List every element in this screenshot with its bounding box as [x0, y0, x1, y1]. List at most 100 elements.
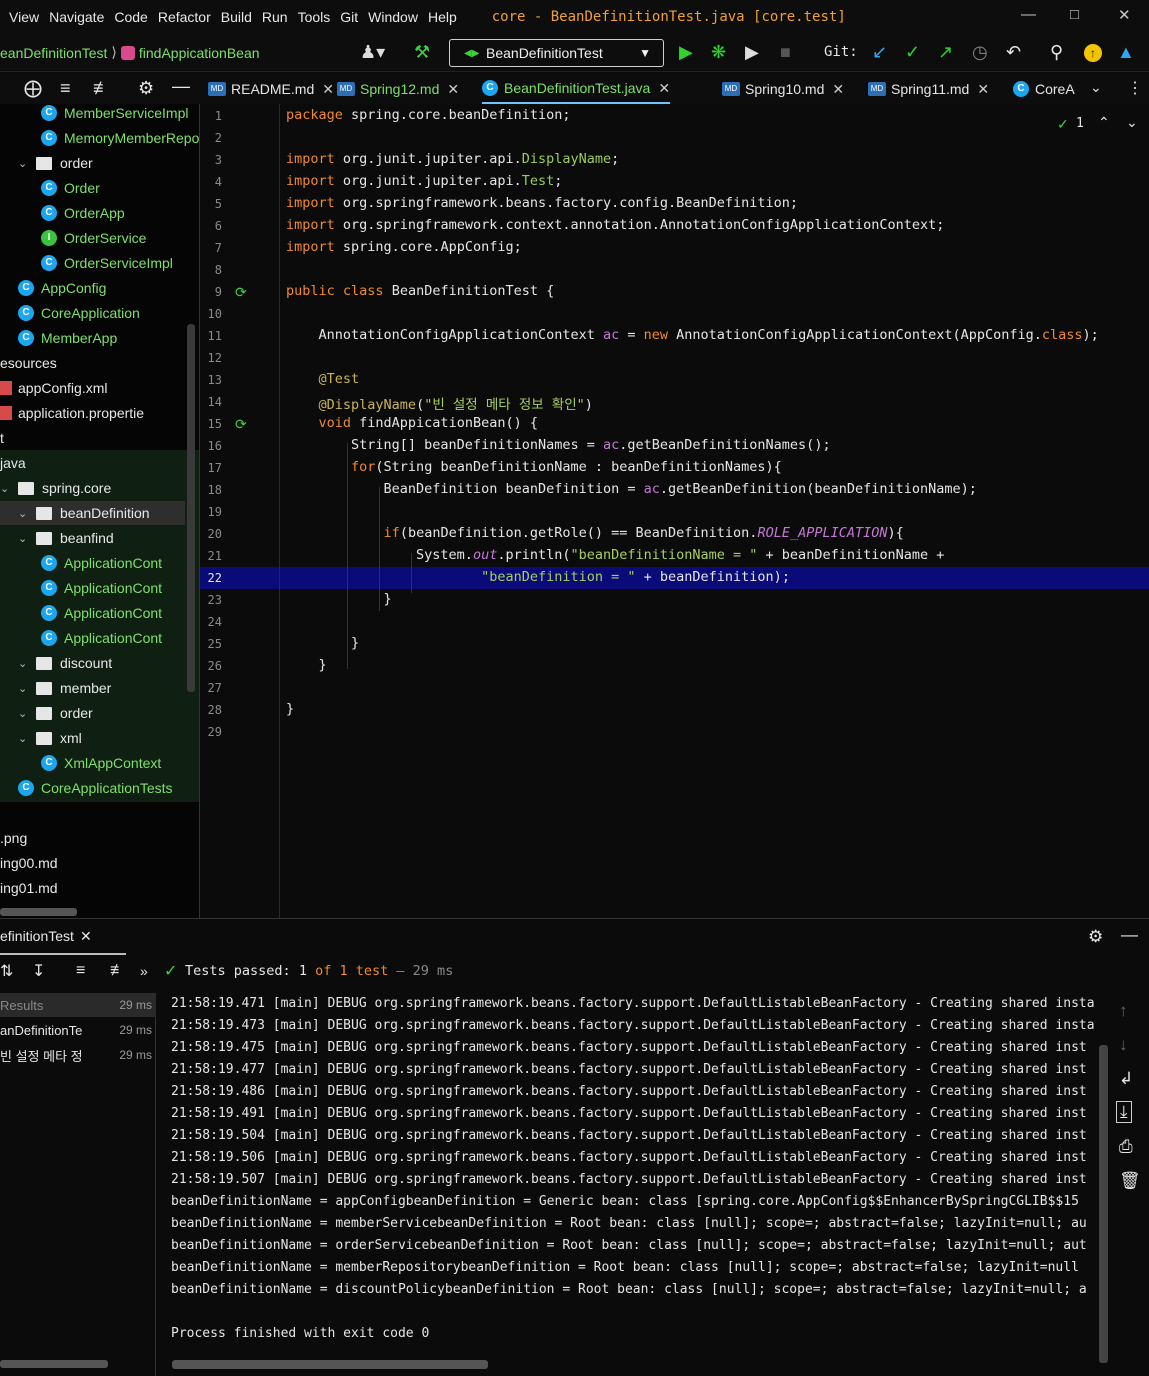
print-icon[interactable]: ⎙ [1119, 1137, 1133, 1157]
chevron-down-icon[interactable]: ⌄ [18, 507, 36, 520]
tree-item[interactable]: ⌄ order [18, 701, 93, 725]
results-row[interactable]: 빈 설정 메타 정 29 ms [0, 1043, 156, 1067]
code-line[interactable]: @DisplayName("빈 설정 메타 정보 확인") [286, 393, 593, 413]
code-line[interactable]: AnnotationConfigApplicationContext ac = … [286, 327, 1099, 343]
code-line[interactable]: } [286, 657, 327, 673]
expand-all-icon[interactable]: ≡ [60, 78, 71, 99]
breadcrumb-class[interactable]: eanDefinitionTest [0, 45, 107, 61]
update-icon[interactable]: ↑ [1084, 44, 1102, 62]
menu-window[interactable]: Window [368, 9, 418, 25]
code-line[interactable]: BeanDefinition beanDefinition = ac.getBe… [286, 481, 977, 497]
results-row[interactable]: anDefinitionTe 29 ms [0, 1018, 156, 1042]
close-window-icon[interactable]: ✕ [1118, 6, 1131, 24]
close-icon[interactable]: ✕ [832, 81, 844, 98]
code-line[interactable]: import org.junit.jupiter.api.DisplayName… [286, 151, 619, 167]
results-row[interactable]: Results 29 ms [0, 993, 156, 1017]
rollback-icon[interactable]: ↶ [1006, 42, 1021, 62]
code-line[interactable]: } [286, 701, 294, 717]
chevron-down-icon[interactable]: ⌄ [18, 682, 36, 695]
plugin-icon[interactable]: ▲ [1117, 42, 1135, 62]
close-icon[interactable]: ✕ [447, 81, 459, 98]
hide-icon[interactable]: — [172, 76, 190, 97]
git-commit-icon[interactable]: ✓ [905, 42, 920, 62]
horizontal-scrollbar[interactable] [0, 1360, 108, 1368]
breadcrumb-method[interactable]: findAppicationBean [139, 45, 260, 61]
scroll-to-end-icon[interactable]: ⤓ [1116, 1101, 1132, 1123]
code-line[interactable]: void findAppicationBean() { [286, 415, 538, 431]
tree-item[interactable]: ⌄ xml [18, 726, 82, 750]
tree-item[interactable]: java [0, 451, 26, 475]
code-line[interactable]: } [286, 591, 392, 607]
tree-item[interactable]: ⌄ beanfind [18, 526, 114, 550]
tree-item[interactable]: C CoreApplication [18, 301, 140, 325]
menu-refactor[interactable]: Refactor [158, 9, 211, 25]
tree-item[interactable]: ⌄ beanDefinition [18, 501, 150, 525]
chevron-up-icon[interactable]: ⌃ [1098, 114, 1110, 131]
expand-all-icon[interactable]: ≡ [76, 962, 85, 980]
code-line[interactable]: } [286, 635, 359, 651]
menu-tools[interactable]: Tools [298, 9, 331, 25]
scrollbar[interactable] [187, 324, 195, 692]
run-gutter-icon[interactable]: ⟳ [235, 284, 247, 301]
code-line[interactable]: import org.springframework.beans.factory… [286, 195, 798, 211]
tree-item[interactable]: C ApplicationCont [41, 551, 162, 575]
gear-icon[interactable]: ⚙ [1088, 927, 1103, 947]
run-config-select[interactable]: ◀▶ BeanDefinitionTest ▼ [449, 39, 664, 67]
debug-icon[interactable]: ❋ [711, 42, 726, 62]
tab-readme[interactable]: MD README.md ✕ [208, 74, 334, 104]
menu-navigate[interactable]: Navigate [49, 9, 104, 25]
code-line[interactable]: import spring.core.AppConfig; [286, 239, 522, 255]
tree-item[interactable]: ⌄ discount [18, 651, 112, 675]
menu-code[interactable]: Code [114, 9, 147, 25]
arrow-up-icon[interactable]: ↑ [1119, 1001, 1128, 1021]
more-icon[interactable]: » [140, 963, 148, 979]
code-line[interactable]: "beanDefinition = " + beanDefinition); [286, 569, 790, 585]
tree-item[interactable]: C ApplicationCont [41, 626, 162, 650]
tree-item[interactable]: ⌄ order [18, 151, 93, 175]
sort-duration-icon[interactable]: ↧ [32, 961, 45, 981]
collapse-all-icon[interactable]: ≢ [110, 962, 126, 980]
close-icon[interactable]: ✕ [322, 81, 334, 98]
menu-view[interactable]: View [9, 9, 39, 25]
tree-item[interactable]: ing00.md [0, 851, 58, 875]
hammer-icon[interactable]: ⚒ [414, 42, 430, 62]
collapse-all-icon[interactable]: ≢ [93, 78, 111, 99]
tab-spring10[interactable]: MD Spring10.md ✕ [722, 74, 844, 104]
console-horizontal-scrollbar[interactable] [172, 1360, 488, 1369]
tab-spring11[interactable]: MD Spring11.md ✕ [868, 74, 989, 104]
run-gutter-icon[interactable]: ⟳ [235, 416, 247, 433]
tree-item[interactable]: C MemberApp [18, 326, 117, 350]
locate-icon[interactable]: ⨁ [24, 78, 42, 99]
chevron-down-icon[interactable]: ⌄ [18, 532, 36, 545]
stop-icon[interactable]: ■ [780, 42, 791, 62]
tab-corea[interactable]: C CoreA [1013, 74, 1075, 104]
tree-item[interactable]: C XmlAppContext [41, 751, 161, 775]
tab-spring12[interactable]: MD Spring12.md ✕ [337, 74, 459, 104]
close-icon[interactable]: ✕ [977, 81, 989, 98]
console-scrollbar[interactable] [1099, 1045, 1108, 1363]
horizontal-scrollbar[interactable] [0, 908, 77, 916]
trash-icon[interactable]: 🗑 [1119, 1171, 1141, 1191]
gear-icon[interactable]: ⚙ [138, 78, 154, 99]
tree-item[interactable]: C AppConfig [18, 276, 106, 300]
tree-item[interactable]: C ApplicationCont [41, 576, 162, 600]
code-line[interactable]: import org.junit.jupiter.api.Test; [286, 173, 562, 189]
tree-item[interactable]: C MemoryMemberRepos [41, 126, 199, 150]
chevron-down-icon[interactable]: ⌄ [18, 707, 36, 720]
code-line[interactable]: System.out.println("beanDefinitionName =… [286, 547, 944, 563]
tree-item[interactable]: C MemberServiceImpl [41, 104, 188, 125]
minimize-icon[interactable]: — [1021, 6, 1036, 23]
close-icon[interactable]: ✕ [80, 928, 92, 945]
close-icon[interactable]: ✕ [658, 80, 670, 97]
user-icon[interactable]: ♟▾ [360, 42, 385, 62]
chevron-down-icon[interactable]: ⌄ [18, 732, 36, 745]
chevron-down-icon[interactable]: ⌄ [0, 482, 18, 495]
sort-alpha-icon[interactable]: ⇅ [0, 961, 13, 981]
code-editor[interactable]: 1 package spring.core.beanDefinition; 2 3 im… [199, 104, 1149, 918]
git-update-icon[interactable]: ↙ [872, 42, 887, 62]
tree-item[interactable]: ⌄ spring.core [0, 476, 111, 500]
more-icon[interactable]: ⋮ [1127, 78, 1143, 98]
chevron-down-icon[interactable]: ⌄ [1090, 79, 1102, 96]
console-output[interactable]: 21:58:19.471 [main] DEBUG org.springfram… [171, 993, 1106, 1353]
maximize-icon[interactable]: □ [1070, 6, 1079, 23]
